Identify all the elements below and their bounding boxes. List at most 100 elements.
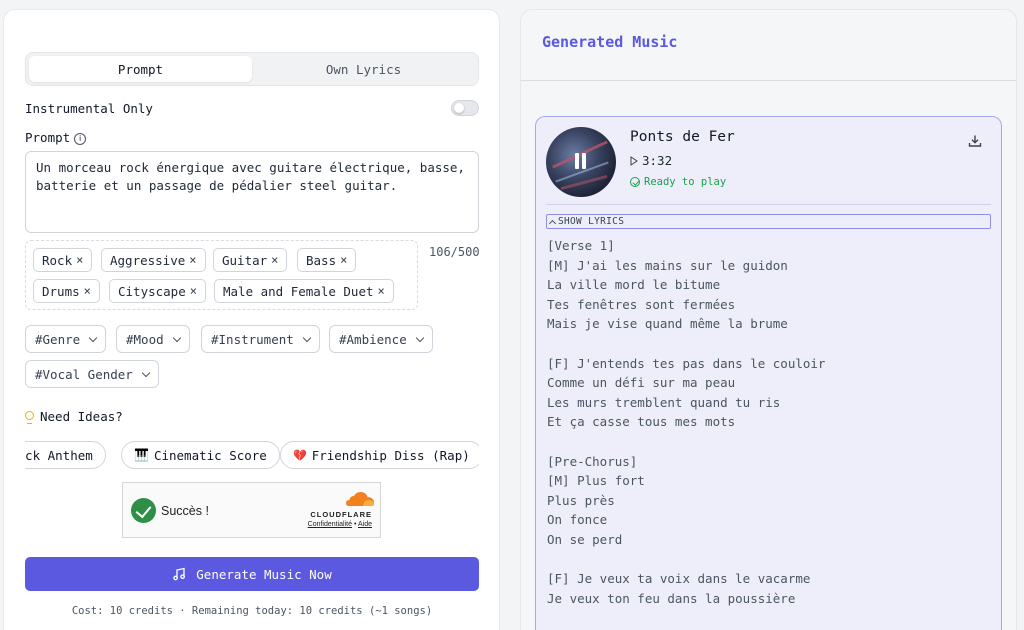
lyric-line: Les murs tremblent quand tu ris [547,394,781,410]
remove-tag-icon[interactable]: × [189,253,196,267]
track-status-row: Ready to play [630,176,726,188]
ambience-dropdown[interactable]: #Ambience [329,325,433,353]
album-cover[interactable] [546,127,616,197]
tag-chip: Rock × [33,248,93,272]
lyric-line: Tes fenêtres sont fermées [547,296,736,312]
tag-chip: Bass × [297,248,357,272]
dropdown-label: #Instrument [211,331,294,347]
tag-chip: Drums × [33,279,100,303]
lyric-line: [Verse 1] [547,238,615,253]
chevron-down-icon [415,333,424,342]
generate-label: Generate Music Now [196,566,332,582]
lyric-line: Comme un défi sur ma peau [547,375,736,391]
divider [521,80,1016,81]
lyric-line: [F] Je veux ta voix dans le vacarme [547,571,811,587]
ideas-heading: Need Ideas? [25,409,123,424]
chevron-up-icon [548,219,557,227]
privacy-link[interactable]: Confidentialité [308,521,352,528]
lyric-line: Je veux ton feu dans la poussière [547,590,796,606]
ideas-label: Need Ideas? [40,409,123,424]
tab-prompt[interactable]: Prompt [29,56,252,82]
instrumental-toggle[interactable] [451,100,479,116]
mood-dropdown[interactable]: #Mood [116,325,190,353]
tag-label: Guitar [222,252,268,268]
cloudflare-logo-icon [346,492,375,506]
genre-dropdown[interactable]: #Genre [25,325,107,353]
captcha-status: Succès ! [161,504,209,518]
instrument-dropdown[interactable]: #Instrument [201,325,320,353]
lyrics-text: [Verse 1] [M] J'ai les mains sur le guid… [547,236,987,608]
pause-icon[interactable] [574,153,588,169]
download-icon[interactable] [968,134,982,148]
lyric-line: La ville mord le bitume [547,277,721,293]
lyric-line [547,550,987,570]
info-icon[interactable]: i [74,132,87,145]
help-link[interactable]: Aide [358,521,372,528]
track-duration: 3:32 [642,153,673,168]
broken-heart-icon: 💔 [293,448,307,462]
music-note-icon [173,567,186,581]
tags-container: Rock × Aggressive × Guitar × Bass × Drum… [25,240,418,310]
captcha-widget[interactable]: Succès ! CLOUDFLARE Confidentialité • Ai… [122,482,381,538]
tag-chip: Guitar × [213,248,288,272]
idea-label: Friendship Diss (Rap) [311,447,470,463]
track-status: Ready to play [644,176,727,188]
remove-tag-icon[interactable]: × [76,253,83,267]
vocal-gender-dropdown[interactable]: #Vocal Gender [25,360,159,388]
check-icon [131,498,156,523]
dropdown-label: #Vocal Gender [35,366,133,382]
captcha-links: Confidentialité • Aide [308,521,372,528]
tag-label: Cityscape [118,283,186,299]
play-outline-icon [630,155,638,166]
generate-music-button[interactable]: Generate Music Now [25,557,479,591]
instrumental-label: Instrumental Only [25,101,153,116]
dropdown-label: #Ambience [339,331,407,347]
tag-chip: Cityscape × [109,279,206,303]
tag-label: Rock [42,252,73,268]
prompt-label: Prompt [25,130,71,145]
show-lyrics-label: SHOW LYRICS [558,216,625,227]
lyric-line: Et ça casse tous mes mots [547,414,736,430]
remove-tag-icon[interactable]: × [190,284,197,298]
link-separator: • [353,521,357,528]
composer-panel: Prompt Own Lyrics Instrumental Only Prom… [3,9,500,630]
idea-chip-rock-anthem[interactable]: Rock Anthem [25,441,106,469]
lyric-line: [Pre-Chorus] [547,453,638,469]
tab-own-lyrics[interactable]: Own Lyrics [252,56,475,82]
lyric-line [547,334,987,354]
idea-label: Cinematic Score [153,447,267,463]
lyric-line [547,432,987,452]
idea-chip-friendship-diss[interactable]: 💔 Friendship Diss (Rap) [280,441,479,469]
tag-label: Bass [306,252,337,268]
remove-tag-icon[interactable]: × [271,253,278,267]
show-lyrics-button[interactable]: SHOW LYRICS [546,214,991,229]
idea-chip-cinematic-score[interactable]: 🎹 Cinematic Score [121,441,280,469]
prompt-textarea[interactable]: Un morceau rock énergique avec guitare é… [25,151,479,233]
lyric-line: Mais je vise quand même la brume [547,316,788,332]
lyric-line: [M] Plus fort [547,473,645,489]
idea-label: Rock Anthem [25,447,93,463]
card-divider [546,204,991,205]
tag-label: Drums [42,283,80,299]
check-circle-icon [630,177,640,187]
mode-tabs: Prompt Own Lyrics [25,52,479,86]
chevron-down-icon [88,333,98,342]
track-duration-row: 3:32 [630,153,672,168]
lyric-line: Plus près [547,492,615,508]
remove-tag-icon[interactable]: × [340,253,347,267]
lyric-line: On se perd [547,531,623,547]
lightbulb-icon [25,410,34,424]
remove-tag-icon[interactable]: × [84,284,91,298]
lyric-line: [F] J'entends tes pas dans le couloir [547,355,826,371]
chevron-down-icon [172,333,181,342]
output-title: Generated Music [542,33,678,51]
tag-chip: Male and Female Duet × [214,279,394,303]
remove-tag-icon[interactable]: × [378,284,385,298]
chevron-down-icon [141,368,151,377]
dropdown-label: #Genre [35,331,81,347]
track-title: Ponts de Fer [630,129,735,145]
chevron-down-icon [302,333,312,342]
output-panel: Generated Music Ponts de Fer 3:32 Ready … [520,9,1017,630]
toggle-knob [454,103,464,113]
tag-chip: Aggressive × [101,248,206,272]
